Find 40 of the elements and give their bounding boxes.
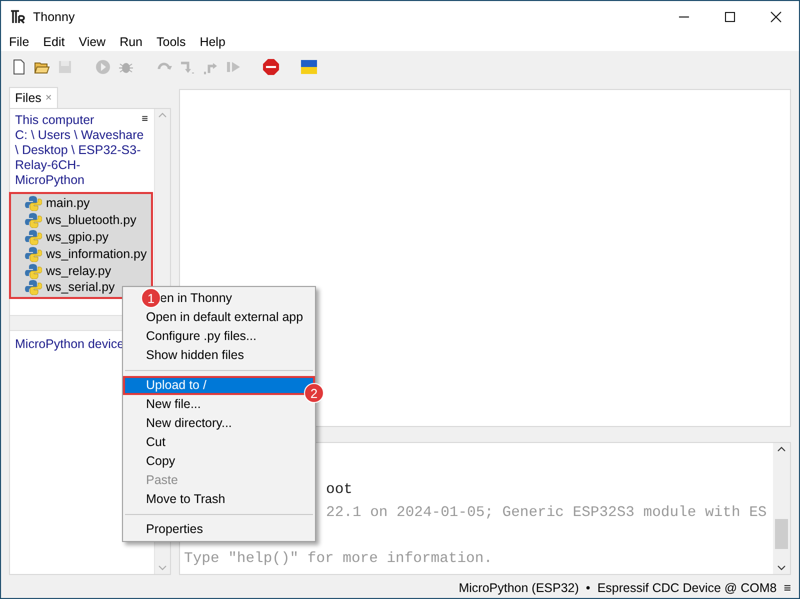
python-file-icon xyxy=(25,212,42,228)
folder-path[interactable]: C: \ Users \ Waveshare \ Desktop \ ESP32-S3-Relay-6CH-MicroPython xyxy=(15,128,145,188)
python-file-icon xyxy=(25,195,42,212)
python-file-icon xyxy=(25,262,42,279)
stop-icon[interactable] xyxy=(263,59,279,75)
menu-item[interactable]: Tools xyxy=(150,34,193,48)
menu-item[interactable]: Upload to / xyxy=(146,378,206,392)
menu-item[interactable]: Cut xyxy=(146,435,166,449)
menu-item[interactable]: Open in default external app xyxy=(146,310,304,324)
app-logo-icon xyxy=(10,10,25,24)
flag-icon[interactable] xyxy=(301,59,317,75)
menu-item[interactable]: New file... xyxy=(146,397,201,411)
menu-item[interactable]: Configure .py files... xyxy=(146,329,256,343)
shell-line: oot xyxy=(326,481,352,500)
port-label[interactable]: Espressif CDC Device @ COM8 xyxy=(597,580,777,594)
interpreter-label[interactable]: MicroPython (ESP32) xyxy=(458,580,579,594)
scroll-up-icon[interactable] xyxy=(777,446,786,452)
scroll-thumb[interactable] xyxy=(775,518,788,548)
scroll-down-icon[interactable] xyxy=(777,565,786,571)
window-title: Thonny xyxy=(33,10,75,24)
menu-item[interactable]: Help xyxy=(192,34,232,48)
python-file-icon xyxy=(25,228,42,245)
menu-item[interactable]: View xyxy=(72,34,113,48)
menu-icon[interactable]: ≡ xyxy=(784,580,791,594)
shell-line: 22.1 on 2024-01-05; Generic ESP32S3 module with ES xyxy=(326,504,767,523)
python-file-icon xyxy=(25,246,42,262)
menu-item[interactable]: Show hidden files xyxy=(146,348,244,362)
menu-item[interactable]: Copy xyxy=(146,454,176,468)
python-file-icon xyxy=(25,279,42,296)
menu-item[interactable]: File xyxy=(2,34,36,48)
shell-line: Type "help()" for more information. xyxy=(184,550,492,569)
menu-icon[interactable]: ≡ xyxy=(142,112,148,127)
menu-item[interactable]: en in Thonny xyxy=(160,291,232,305)
new-file-icon[interactable] xyxy=(11,59,27,75)
menu-item[interactable]: New directory... xyxy=(146,416,232,430)
location-header: This computer xyxy=(15,113,94,127)
separator-dot: • xyxy=(586,580,590,594)
files-tab[interactable]: Files × xyxy=(9,87,58,108)
menu-item[interactable]: Edit xyxy=(36,34,72,48)
menu-item[interactable]: Run xyxy=(112,34,150,48)
